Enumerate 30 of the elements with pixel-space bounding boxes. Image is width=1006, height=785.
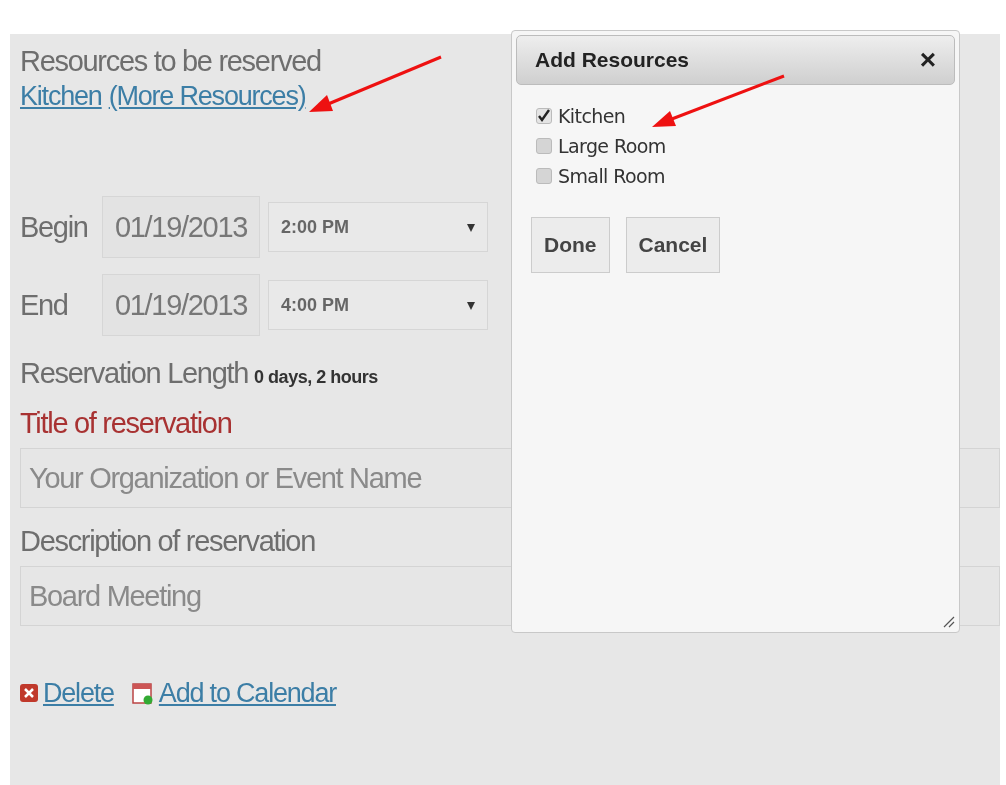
calendar-icon: [131, 681, 154, 705]
resource-link[interactable]: (More Resources): [108, 78, 306, 114]
title-label: Title of reservation: [20, 406, 232, 441]
description-label: Description of reservation: [20, 524, 315, 559]
dialog-title: Add Resources: [535, 48, 690, 72]
section-label: Resources to be reserved: [20, 44, 321, 79]
caret-icon: [467, 222, 475, 232]
time-select[interactable]: 2:00 PM: [268, 202, 488, 252]
dialog-button[interactable]: Cancel: [625, 217, 721, 273]
length-value: 0 days, 2 hours: [254, 367, 378, 388]
delete-link[interactable]: Delete: [43, 675, 114, 711]
resize-grip-icon: [941, 614, 955, 628]
option-label: Small Room: [558, 165, 665, 187]
dialog-button[interactable]: Done: [531, 217, 610, 273]
checkbox[interactable]: [536, 108, 552, 124]
time-label: Begin: [20, 210, 89, 244]
resource-link[interactable]: Kitchen: [20, 78, 102, 114]
time-select[interactable]: 4:00 PM: [268, 280, 488, 330]
calendar-link[interactable]: Add to Calendar: [158, 675, 336, 711]
length-label: Reservation Length: [20, 356, 249, 391]
checkbox[interactable]: [536, 138, 552, 154]
time-label: End: [20, 288, 69, 322]
option-label: Large Room: [558, 135, 666, 157]
delete-icon: [20, 683, 38, 703]
date-field[interactable]: 01/19/2013: [102, 274, 260, 336]
option-label: Kitchen: [558, 105, 626, 127]
checkbox[interactable]: [536, 168, 552, 184]
caret-icon: [467, 300, 475, 310]
close-button[interactable]: ×: [915, 46, 940, 74]
date-field[interactable]: 01/19/2013: [102, 196, 260, 258]
